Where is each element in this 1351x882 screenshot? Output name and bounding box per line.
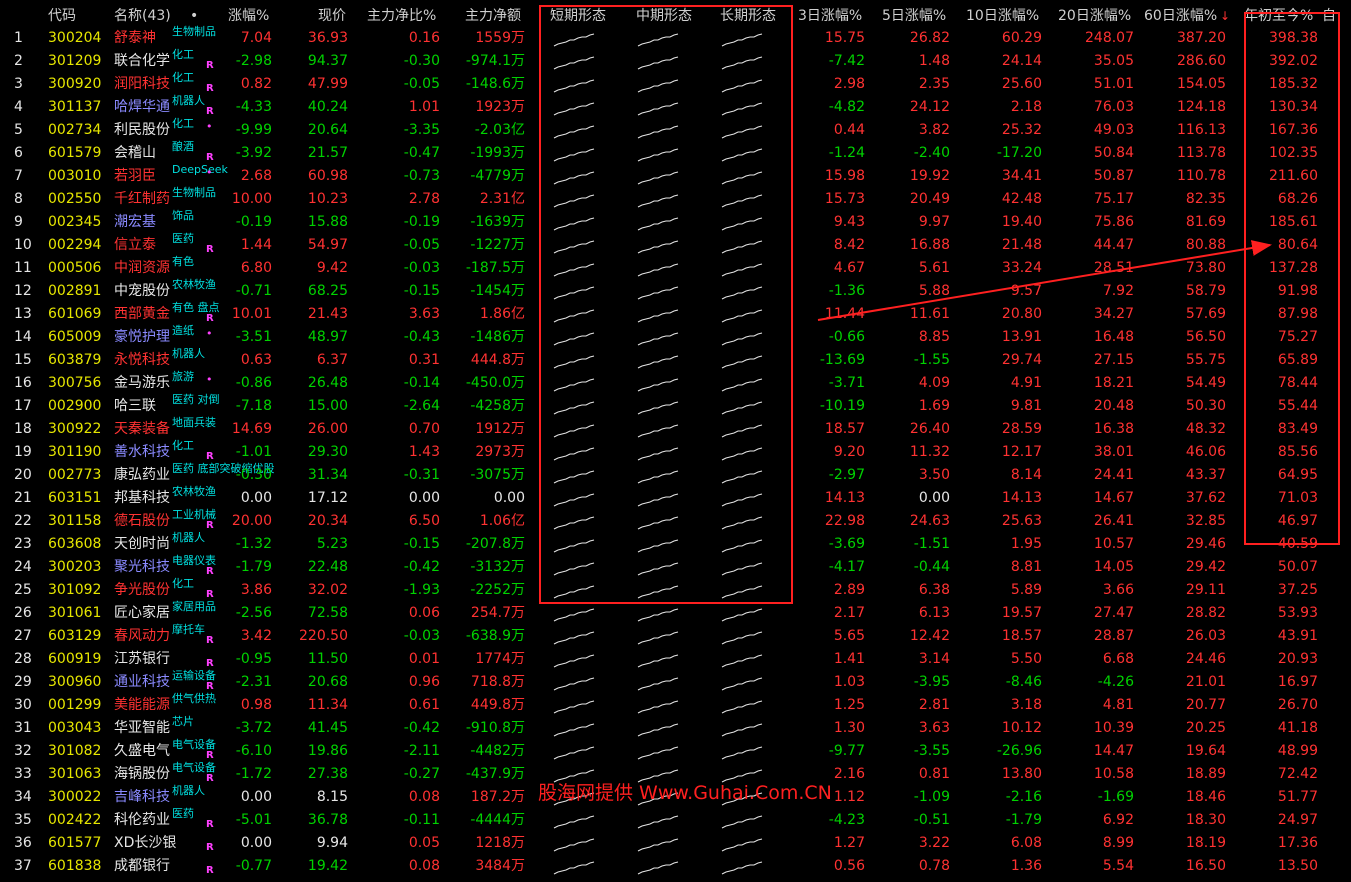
annotation-arrow-icon [817,240,1272,321]
watermark-text: 股海网提供 Www.Guhai.Com.CN [538,782,832,804]
